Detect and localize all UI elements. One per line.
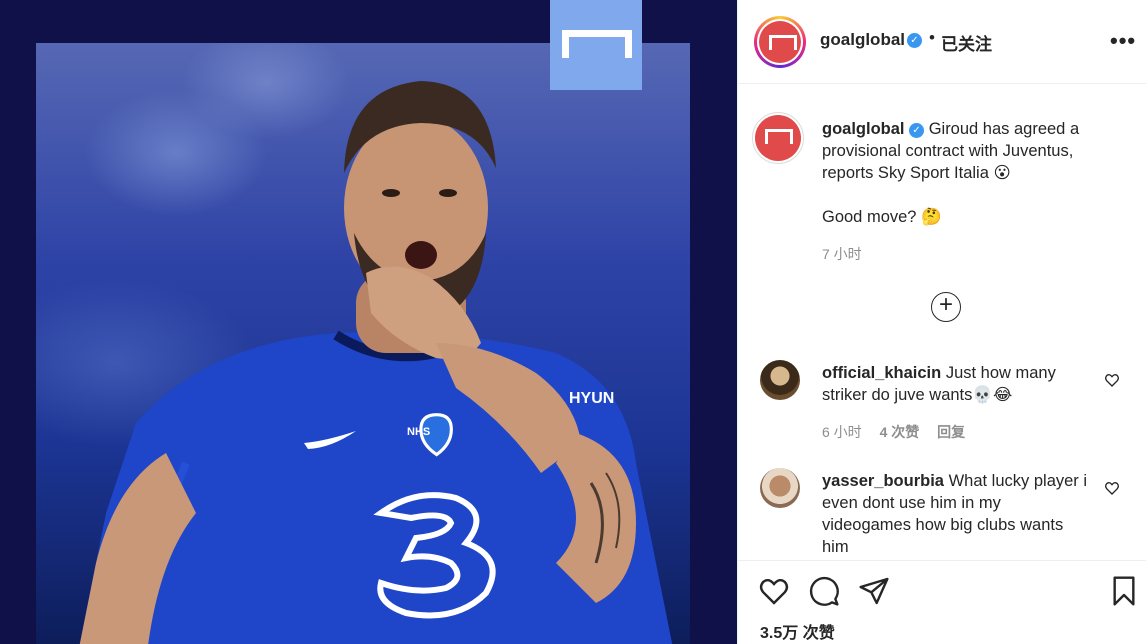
separator-dot: • <box>929 28 935 47</box>
avatar[interactable] <box>760 468 800 508</box>
comment-item: yasser_bourbia What lucky player i even … <box>738 468 1146 560</box>
author-avatar[interactable] <box>754 16 806 68</box>
load-more-icon[interactable]: + <box>931 292 961 322</box>
comment-timestamp[interactable]: 6 小时 <box>822 424 862 440</box>
avatar[interactable] <box>760 360 800 400</box>
heart-icon[interactable] <box>758 575 790 607</box>
save-icon[interactable] <box>1108 575 1140 607</box>
verified-icon: ✓ <box>909 123 925 138</box>
share-icon[interactable] <box>858 575 890 607</box>
goal-logo-icon <box>759 21 801 63</box>
player-illustration: NHS HYUN <box>79 81 673 644</box>
comment-text: official_khaicin Just how many striker d… <box>822 362 1092 406</box>
svg-text:HYUN: HYUN <box>569 390 614 407</box>
verified-icon: ✓ <box>907 33 922 48</box>
comment-likes[interactable]: 4 次赞 <box>880 424 920 440</box>
follow-button[interactable]: 已关注 <box>941 30 992 55</box>
reply-button[interactable]: 回复 <box>937 424 965 440</box>
svg-text:NHS: NHS <box>407 426 430 438</box>
caption-avatar[interactable] <box>752 112 804 164</box>
caption-question: Good move? 🤔 <box>822 208 942 226</box>
author-username[interactable]: goalglobal <box>820 30 905 50</box>
caption-text: goalglobal ✓ Giroud has agreed a provisi… <box>822 118 1122 228</box>
more-icon[interactable]: ••• <box>1110 30 1136 52</box>
likes-count[interactable]: 3.5万 次赞 <box>760 619 835 643</box>
post-timestamp[interactable]: 7 小时 <box>822 244 862 264</box>
heart-icon[interactable] <box>1104 372 1120 388</box>
caption-username[interactable]: goalglobal <box>822 120 905 138</box>
post-photo[interactable]: NHS HYUN <box>36 43 690 644</box>
comment-item: official_khaicin Just how many striker d… <box>738 360 1146 450</box>
comment-text: yasser_bourbia What lucky player i even … <box>822 470 1092 558</box>
post-media[interactable]: NHS HYUN <box>0 0 737 644</box>
post-panel: goalglobal ✓ • 已关注 ••• goalglobal ✓ Giro… <box>737 0 1146 644</box>
action-bar: 3.5万 次赞 <box>738 560 1146 644</box>
comment-meta: 6 小时 4 次赞 回复 <box>822 422 979 442</box>
goal-logo-icon <box>550 0 642 90</box>
post-header: goalglobal ✓ • 已关注 ••• <box>738 0 1146 84</box>
comment-username[interactable]: official_khaicin <box>822 364 941 382</box>
goal-logo-icon <box>755 115 801 161</box>
heart-icon[interactable] <box>1104 480 1120 496</box>
comment-icon[interactable] <box>808 575 840 607</box>
comment-username[interactable]: yasser_bourbia <box>822 472 944 490</box>
